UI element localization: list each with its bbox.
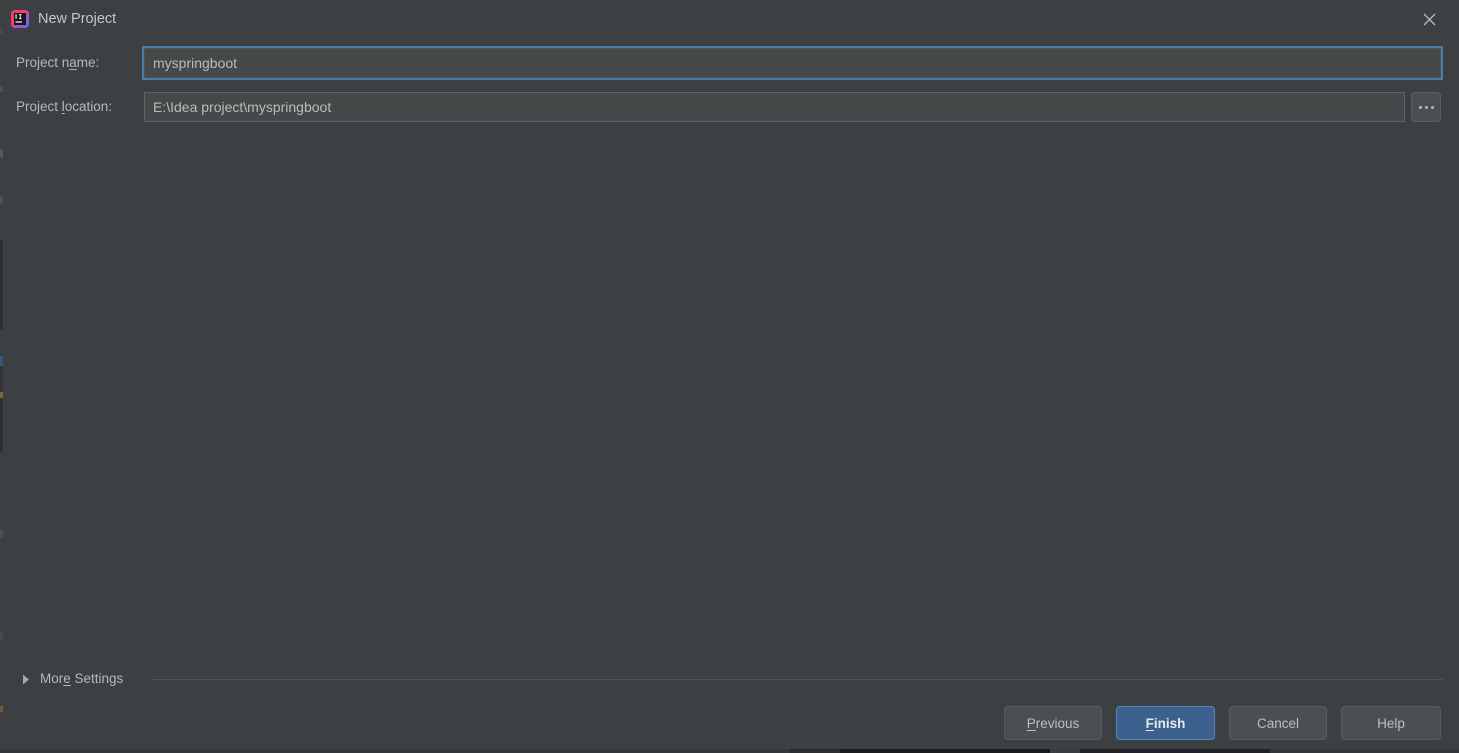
project-name-input[interactable] (144, 48, 1441, 78)
more-settings-label-after: Settings (70, 671, 124, 686)
more-settings-label[interactable]: More Settings (40, 666, 123, 692)
cancel-button-label: Cancel (1256, 715, 1300, 731)
project-location-label-before: Project (16, 99, 62, 114)
project-location-label: Project location: (16, 92, 136, 122)
finish-button[interactable]: Finish (1116, 706, 1215, 740)
project-name-label-after: me: (76, 55, 100, 70)
project-name-label-mnemonic: a (69, 55, 77, 70)
chevron-right-icon[interactable] (20, 672, 32, 686)
project-location-row: Project location: (0, 92, 1459, 122)
background-window-bottom-edge (0, 749, 1459, 753)
more-settings-label-before: Mor (40, 671, 64, 686)
help-button-label: Help (1377, 715, 1405, 731)
cancel-button[interactable]: Cancel (1229, 706, 1327, 740)
more-settings-section[interactable]: More Settings (0, 666, 1459, 692)
project-location-label-after: ocation: (64, 99, 113, 114)
ellipsis-icon (1418, 105, 1434, 109)
more-settings-separator (152, 679, 1443, 680)
finish-button-after: inish (1153, 715, 1186, 731)
previous-button[interactable]: Previous (1004, 706, 1102, 740)
dialog-title: New Project (38, 11, 117, 27)
previous-button-mnemonic: P (1026, 715, 1036, 731)
dialog-footer: Previous Finish Cancel Help (0, 706, 1459, 746)
project-name-label: Project name: (16, 48, 136, 78)
help-button[interactable]: Help (1341, 706, 1441, 740)
previous-button-after: revious (1035, 715, 1080, 731)
browse-location-button[interactable] (1411, 92, 1441, 122)
project-location-input[interactable] (144, 92, 1405, 122)
intellij-idea-icon (10, 9, 30, 29)
dialog-titlebar: New Project (0, 0, 1459, 38)
more-settings-label-mnemonic: e (63, 671, 71, 686)
project-name-label-before: Project n (16, 55, 70, 70)
finish-button-mnemonic: F (1145, 715, 1154, 731)
close-icon[interactable] (1407, 4, 1451, 34)
project-name-row: Project name: (0, 48, 1459, 78)
